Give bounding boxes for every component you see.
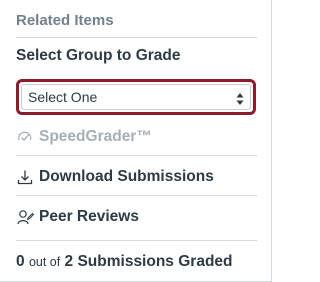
sort-arrows-icon — [236, 93, 244, 105]
group-select-value: Select One — [28, 89, 98, 105]
graded-summary: 0 out of 2 Submissions Graded — [16, 253, 233, 271]
speedgrader-icon — [16, 128, 34, 146]
download-submissions-label: Download Submissions — [39, 168, 214, 185]
peer-reviews-label: Peer Reviews — [39, 208, 139, 225]
divider — [16, 240, 257, 241]
divider — [16, 195, 257, 196]
graded-total: 2 Submissions Graded — [64, 253, 233, 270]
divider — [16, 155, 257, 156]
download-submissions-link[interactable]: Download Submissions — [16, 166, 214, 188]
group-select[interactable]: Select One — [16, 79, 256, 115]
peer-reviews-link[interactable]: Peer Reviews — [16, 206, 139, 228]
divider — [16, 37, 257, 38]
download-icon — [16, 168, 34, 186]
related-items-panel: Related Items Select Group to Grade Sele… — [0, 0, 272, 282]
panel-title: Related Items — [16, 12, 114, 29]
graded-out-of: out of — [28, 255, 61, 269]
speedgrader-link: SpeedGrader™ — [16, 126, 152, 148]
group-select-field[interactable]: Select One — [21, 84, 251, 110]
select-group-label: Select Group to Grade — [16, 47, 181, 64]
graded-count: 0 — [16, 253, 25, 270]
peer-review-icon — [16, 208, 34, 226]
speedgrader-label: SpeedGrader™ — [39, 128, 152, 145]
